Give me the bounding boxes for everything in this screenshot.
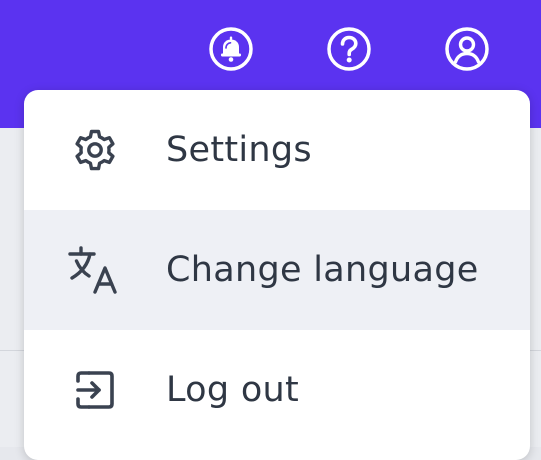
notifications-button[interactable] bbox=[206, 24, 256, 74]
gear-icon bbox=[67, 122, 123, 178]
help-icon bbox=[326, 26, 372, 72]
menu-item-label: Settings bbox=[166, 130, 312, 170]
menu-item-settings[interactable]: Settings bbox=[24, 90, 530, 210]
logout-icon bbox=[67, 362, 123, 418]
user-account-icon bbox=[444, 26, 490, 72]
menu-item-label: Log out bbox=[166, 370, 300, 410]
account-button[interactable] bbox=[442, 24, 492, 74]
menu-item-label: Change language bbox=[166, 250, 479, 290]
bell-icon bbox=[208, 26, 254, 72]
user-menu-dropdown: Settings Change language Log out bbox=[24, 90, 530, 460]
menu-item-log-out[interactable]: Log out bbox=[24, 330, 530, 450]
help-button[interactable] bbox=[324, 24, 374, 74]
translate-icon bbox=[67, 242, 123, 298]
menu-item-change-language[interactable]: Change language bbox=[24, 210, 530, 330]
